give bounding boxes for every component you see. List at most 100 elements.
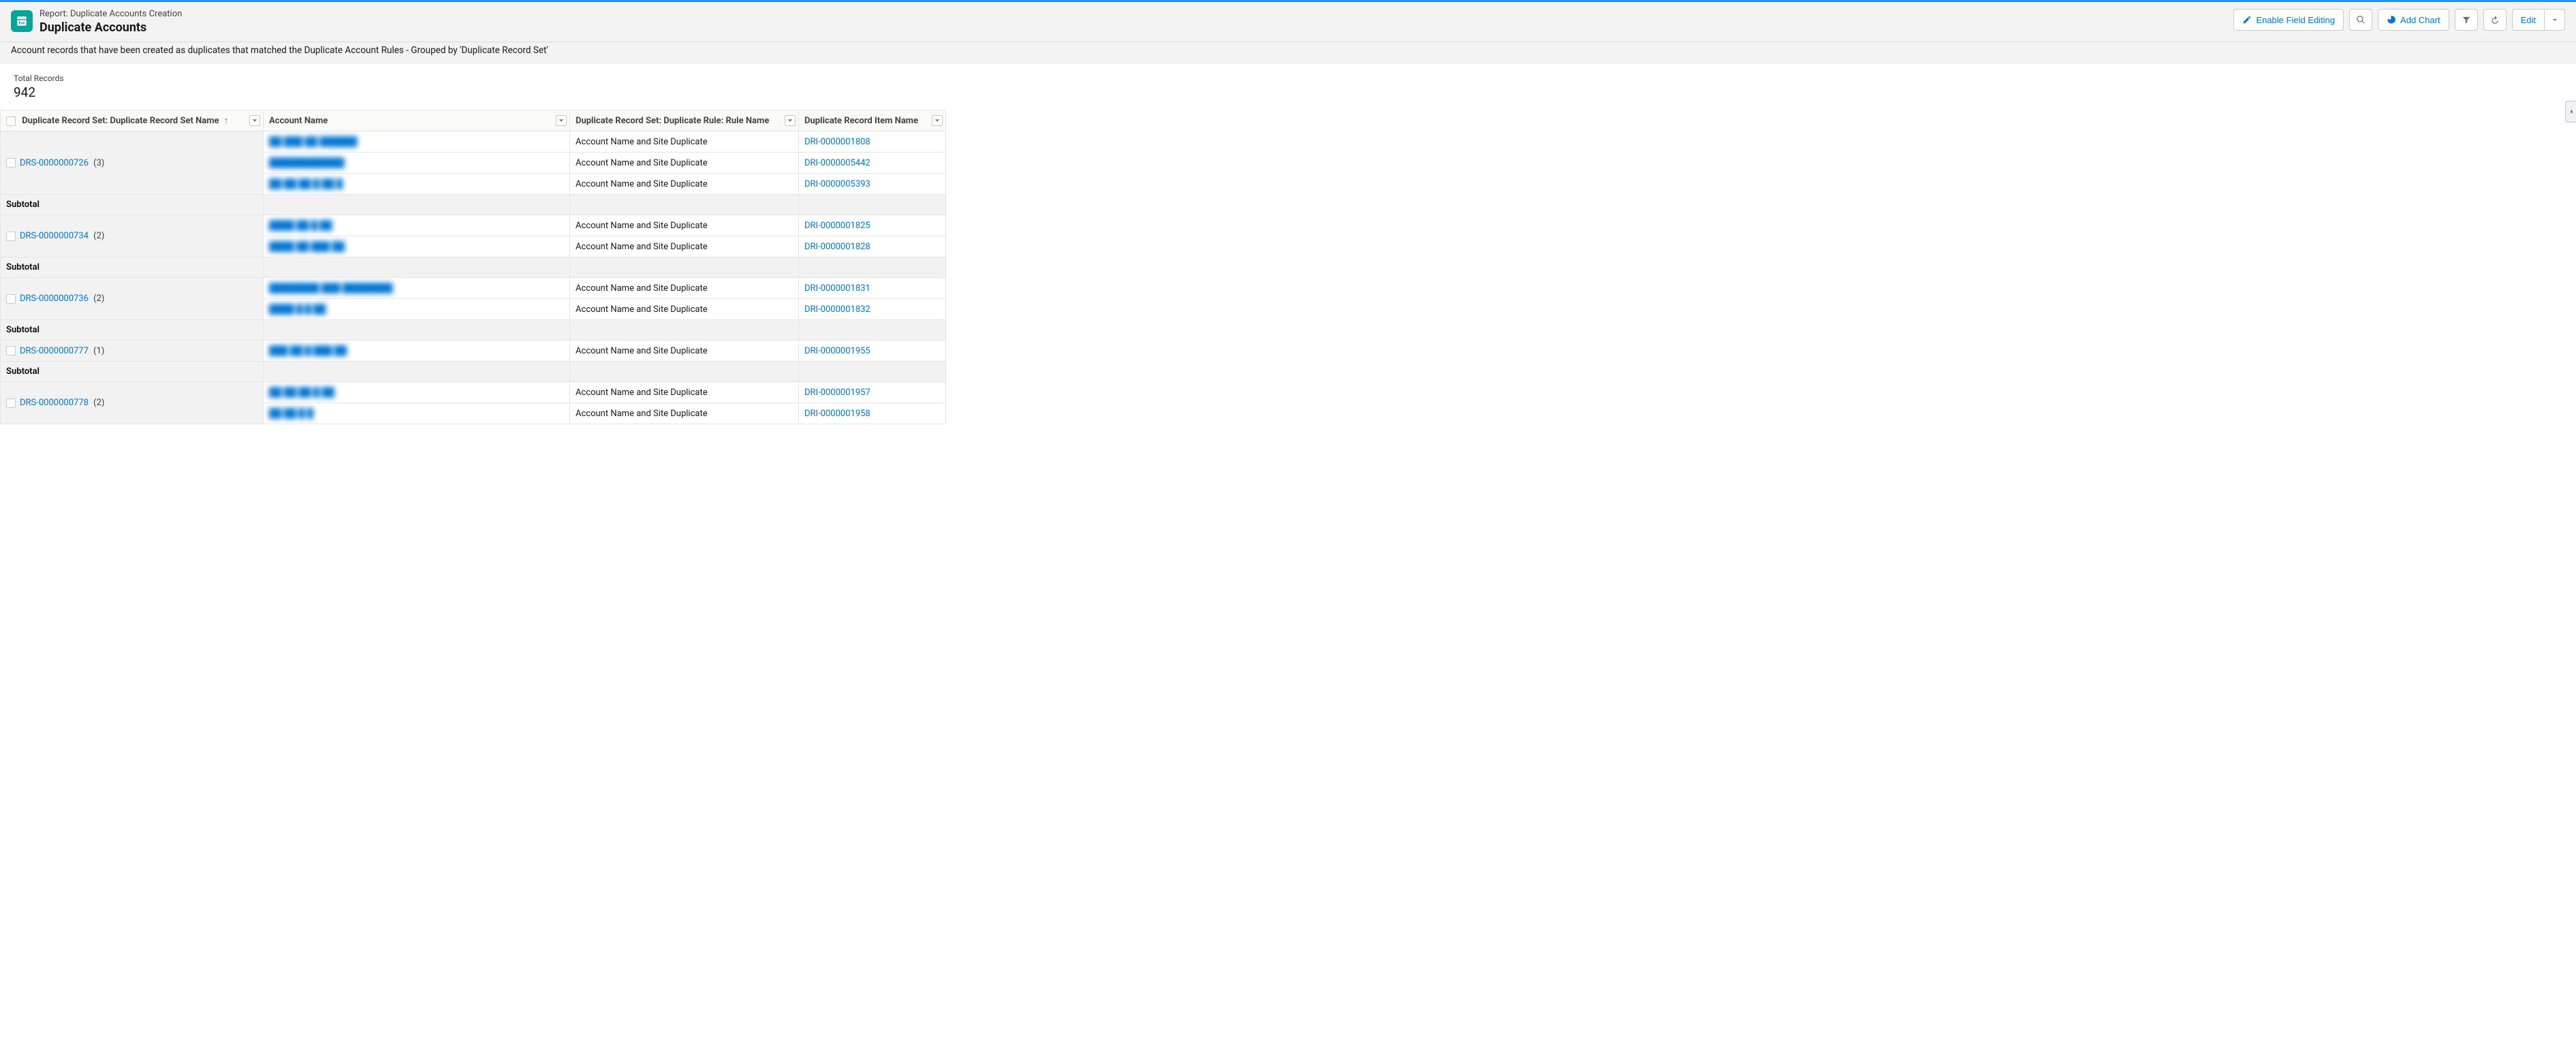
account-name-cell[interactable]: ████ █ █ ██ (264, 299, 570, 320)
row-checkbox[interactable] (6, 158, 16, 168)
dri-cell[interactable]: DRI-0000005442 (799, 153, 946, 174)
drs-link[interactable]: DRS-0000000726 (20, 158, 89, 168)
account-link[interactable]: ███ ██ █ ███ ██ (269, 346, 347, 356)
rule-name-cell: Account Name and Site Duplicate (570, 174, 799, 195)
collapse-side-panel-button[interactable] (2565, 101, 2576, 123)
col-header-dri-label: Duplicate Record Item Name (804, 116, 918, 126)
subtotal-row: Subtotal (1, 195, 946, 215)
dri-cell[interactable]: DRI-0000001808 (799, 131, 946, 153)
dri-link[interactable]: DRI-0000001831 (804, 283, 870, 294)
select-all-checkbox[interactable] (6, 116, 16, 126)
account-name-cell[interactable]: ██ ███ ██ ██████ (264, 131, 570, 153)
dri-link[interactable]: DRI-0000001955 (804, 346, 870, 356)
account-link[interactable]: ████ █ █ ██ (269, 304, 326, 315)
add-chart-label: Add Chart (2400, 15, 2440, 25)
account-link[interactable]: ██ ██ ██ █ ██ █ (269, 179, 343, 189)
account-link[interactable]: ██ ██ ██ █ ██ (269, 388, 334, 398)
account-name-cell[interactable]: ████ ██ █ ██ (264, 215, 570, 236)
rule-name-cell: Account Name and Site Duplicate (570, 382, 799, 403)
dri-link[interactable]: DRI-0000001808 (804, 137, 870, 147)
subtotal-row: Subtotal (1, 320, 946, 341)
refresh-button[interactable] (2483, 9, 2507, 31)
dri-link[interactable]: DRI-0000001825 (804, 221, 870, 231)
report-header: Report: Duplicate Accounts Creation Dupl… (0, 0, 2576, 64)
rule-name-cell: Account Name and Site Duplicate (570, 153, 799, 174)
account-name-cell[interactable]: ████ ██ ███ ██ (264, 236, 570, 257)
account-name-cell[interactable]: ██ ██ █ █ (264, 403, 570, 424)
row-checkbox[interactable] (6, 232, 16, 241)
col-header-dri[interactable]: Duplicate Record Item Name (799, 110, 946, 131)
subtotal-label: Subtotal (1, 320, 264, 341)
rule-name-cell: Account Name and Site Duplicate (570, 215, 799, 236)
table-row: DRS-0000000734 (2)████ ██ █ ██Account Na… (1, 215, 946, 236)
account-link[interactable]: ████ ██ ███ ██ (269, 242, 345, 252)
account-link[interactable]: ██ ██ █ █ (269, 409, 313, 419)
subtotal-label: Subtotal (1, 257, 264, 278)
dri-cell[interactable]: DRI-0000005393 (799, 174, 946, 195)
edit-menu-button[interactable] (2545, 9, 2565, 31)
col-header-account[interactable]: Account Name (264, 110, 570, 131)
account-link[interactable]: ████████████ (269, 158, 345, 168)
col-menu-drs[interactable] (249, 115, 260, 126)
enable-field-editing-button[interactable]: Enable Field Editing (2233, 9, 2344, 31)
row-checkbox[interactable] (6, 346, 16, 356)
total-records-label: Total Records (14, 74, 2562, 83)
dri-cell[interactable]: DRI-0000001955 (799, 341, 946, 362)
group-count: (1) (91, 346, 105, 356)
col-menu-account[interactable] (556, 115, 567, 126)
dri-link[interactable]: DRI-0000001958 (804, 409, 870, 419)
drs-link[interactable]: DRS-0000000734 (20, 231, 89, 241)
dri-cell[interactable]: DRI-0000001831 (799, 278, 946, 299)
drs-link[interactable]: DRS-0000000777 (20, 346, 89, 356)
dri-cell[interactable]: DRI-0000001825 (799, 215, 946, 236)
group-count: (3) (91, 158, 105, 168)
account-link[interactable]: ██ ███ ██ ██████ (269, 137, 357, 147)
search-button[interactable] (2349, 9, 2372, 31)
table-row: DRS-0000000777 (1) ███ ██ █ ███ ██ Account… (1, 341, 946, 362)
dri-link[interactable]: DRI-0000001832 (804, 304, 870, 315)
group-count: (2) (91, 294, 105, 304)
account-name-cell[interactable]: ████████ ███ ████████ (264, 278, 570, 299)
drs-link[interactable]: DRS-0000000736 (20, 294, 89, 304)
account-name-cell[interactable]: ████████████ (264, 153, 570, 174)
total-records-value: 942 (14, 84, 2562, 100)
rule-name-cell: Account Name and Site Duplicate (570, 299, 799, 320)
subtotal-label: Subtotal (1, 195, 264, 215)
row-checkbox[interactable] (6, 294, 16, 304)
group-count: (2) (91, 398, 105, 408)
filter-button[interactable] (2455, 9, 2478, 31)
rule-name-cell: Account Name and Site Duplicate (570, 403, 799, 424)
row-checkbox[interactable] (6, 398, 16, 408)
dri-cell[interactable]: DRI-0000001832 (799, 299, 946, 320)
header-toolbar: Enable Field Editing Add Chart Edit (2233, 9, 2565, 31)
group-count: (2) (91, 231, 105, 241)
col-menu-rule[interactable] (785, 115, 796, 126)
rule-name-cell: Account Name and Site Duplicate (570, 341, 799, 362)
dri-cell[interactable]: DRI-0000001957 (799, 382, 946, 403)
col-header-drs[interactable]: Duplicate Record Set: Duplicate Record S… (1, 110, 264, 131)
report-icon (11, 10, 33, 32)
account-link[interactable]: ████ ██ █ ██ (269, 221, 332, 231)
edit-button[interactable]: Edit (2512, 9, 2545, 31)
table-row: DRS-0000000726 (3)██ ███ ██ ██████Accoun… (1, 131, 946, 153)
dri-cell[interactable]: DRI-0000001958 (799, 403, 946, 424)
account-name-cell[interactable]: ███ ██ █ ███ ██ (264, 341, 570, 362)
dri-link[interactable]: DRI-0000001957 (804, 388, 870, 398)
enable-field-editing-label: Enable Field Editing (2256, 15, 2335, 25)
dri-cell[interactable]: DRI-0000001828 (799, 236, 946, 257)
table-row: DRS-0000000736 (2)████████ ███ ████████A… (1, 278, 946, 299)
col-menu-dri[interactable] (932, 115, 943, 126)
account-name-cell[interactable]: ██ ██ ██ █ ██ (264, 382, 570, 403)
add-chart-button[interactable]: Add Chart (2378, 9, 2449, 31)
account-link[interactable]: ████████ ███ ████████ (269, 283, 392, 294)
report-table: Duplicate Record Set: Duplicate Record S… (0, 110, 946, 424)
col-header-account-label: Account Name (269, 116, 328, 126)
account-name-cell[interactable]: ██ ██ ██ █ ██ █ (264, 174, 570, 195)
col-header-drs-label: Duplicate Record Set: Duplicate Record S… (22, 116, 219, 126)
col-header-rule[interactable]: Duplicate Record Set: Duplicate Rule: Ru… (570, 110, 799, 131)
dri-link[interactable]: DRI-0000001828 (804, 242, 870, 252)
dri-link[interactable]: DRI-0000005442 (804, 158, 870, 168)
drs-link[interactable]: DRS-0000000778 (20, 398, 89, 408)
page-title: Duplicate Accounts (40, 20, 182, 35)
dri-link[interactable]: DRI-0000005393 (804, 179, 870, 189)
